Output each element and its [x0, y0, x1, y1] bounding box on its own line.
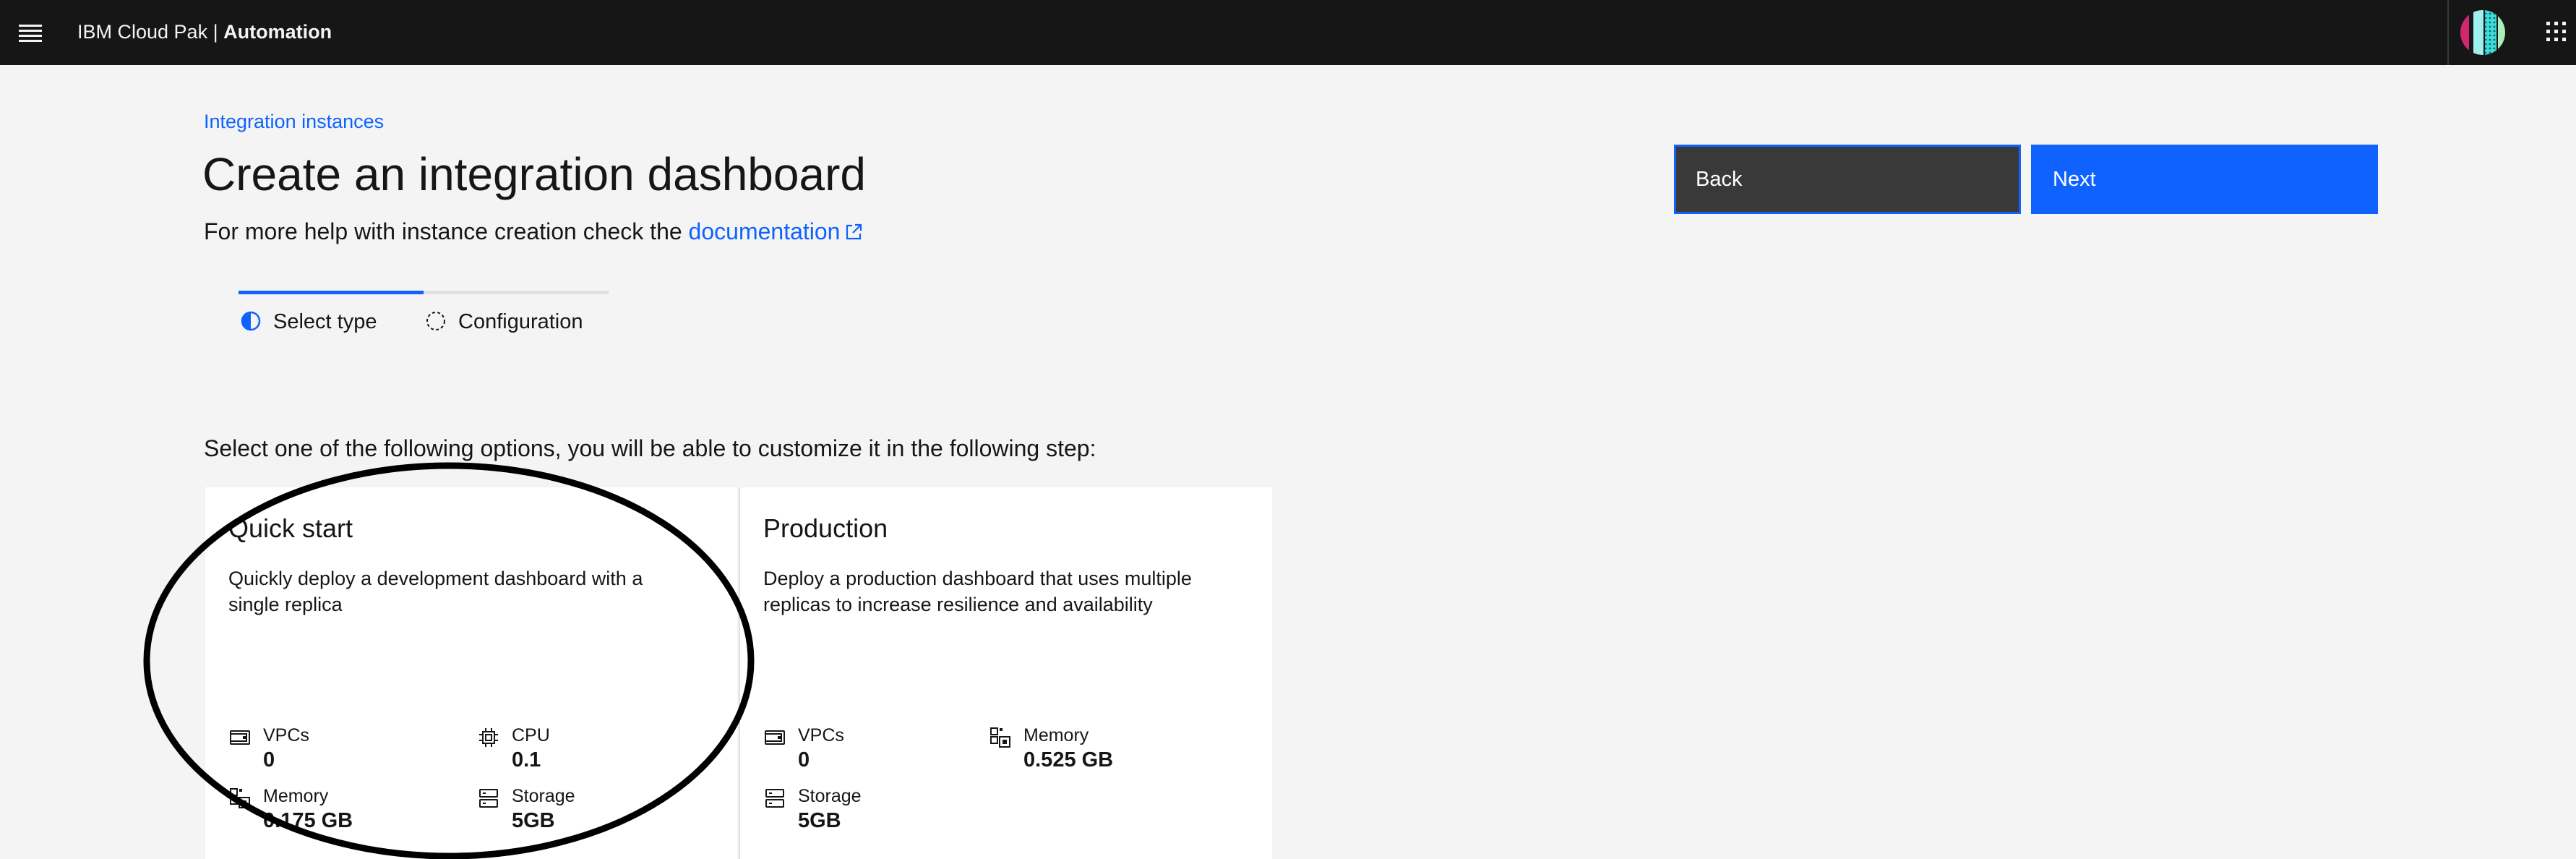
progress-step-configuration[interactable]: Configuration	[424, 291, 609, 338]
memory-icon	[230, 788, 250, 808]
documentation-link[interactable]: documentation	[689, 218, 864, 244]
page-title: Create an integration dashboard	[202, 148, 866, 200]
spec-label: CPU	[512, 725, 550, 745]
help-text-label: For more help with instance creation che…	[204, 218, 689, 244]
spec-storage: Storage 5GB	[477, 784, 708, 842]
spec-value: 0	[798, 748, 810, 772]
spec-label: Memory	[1023, 725, 1089, 745]
global-header: IBM Cloud Pak | Automation	[0, 0, 2576, 65]
header-divider	[2447, 0, 2449, 65]
spec-value: 0.525 GB	[1023, 748, 1114, 772]
spec-vpcs: VPCs 0	[228, 723, 460, 781]
spec-value: 0	[263, 748, 275, 772]
launch-external-icon	[846, 223, 862, 240]
spec-vpcs: VPCs 0	[763, 723, 995, 781]
vpc-icon	[230, 730, 250, 745]
documentation-link-label: documentation	[688, 218, 841, 244]
back-button[interactable]: Back	[1674, 145, 2021, 214]
spec-value: 0.1	[512, 748, 541, 772]
dashed-circle-icon	[426, 312, 445, 330]
tile-title: Quick start	[228, 513, 353, 543]
storage-icon	[479, 789, 498, 808]
help-text: For more help with instance creation che…	[204, 215, 863, 247]
progress-step-select-type[interactable]: Select type	[239, 291, 424, 338]
option-tile-production[interactable]: Production Deploy a production dashboard…	[739, 487, 1272, 859]
brand-prefix: IBM Cloud Pak |	[77, 21, 224, 43]
spec-label: Storage	[512, 786, 575, 806]
user-avatar[interactable]	[2457, 7, 2508, 58]
tile-description: Deploy a production dashboard that uses …	[763, 568, 1192, 615]
vpc-icon	[765, 730, 785, 745]
breadcrumb-link[interactable]: Integration instances	[204, 108, 384, 134]
storage-icon	[765, 789, 784, 808]
spec-label: VPCs	[798, 725, 844, 745]
spec-value: 0.175 GB	[263, 809, 353, 832]
next-button[interactable]: Next	[2031, 145, 2378, 214]
option-tile-quick-start[interactable]: Quick start Quickly deploy a development…	[205, 487, 737, 859]
brand-product: Automation	[223, 21, 332, 43]
tile-description: Quickly deploy a development dashboard w…	[228, 568, 643, 615]
app-switcher-grid-icon[interactable]	[2536, 12, 2575, 51]
brand-name[interactable]: IBM Cloud Pak | Automation	[77, 17, 332, 46]
spec-storage: Storage 5GB	[763, 784, 995, 842]
spec-value: 5GB	[512, 809, 555, 832]
spec-cpu: CPU 0.1	[477, 723, 708, 781]
progress-indicator: Select type Configuration	[239, 291, 609, 334]
spec-memory: Memory 0.175 GB	[228, 784, 460, 842]
spec-value: 5GB	[798, 809, 841, 832]
spec-label: VPCs	[263, 725, 309, 745]
tile-title: Production	[763, 513, 888, 543]
chip-icon	[479, 728, 498, 747]
memory-icon	[990, 727, 1010, 748]
options-instruction: Select one of the following options, you…	[204, 435, 1096, 461]
spec-label: Storage	[798, 786, 862, 806]
hamburger-menu-icon[interactable]	[13, 14, 48, 49]
step-label-select-type: Select type	[273, 310, 377, 333]
step-label-configuration: Configuration	[458, 310, 583, 333]
half-filled-circle-icon	[241, 311, 261, 331]
spec-memory: Memory 0.525 GB	[989, 723, 1220, 781]
spec-label: Memory	[263, 786, 329, 806]
